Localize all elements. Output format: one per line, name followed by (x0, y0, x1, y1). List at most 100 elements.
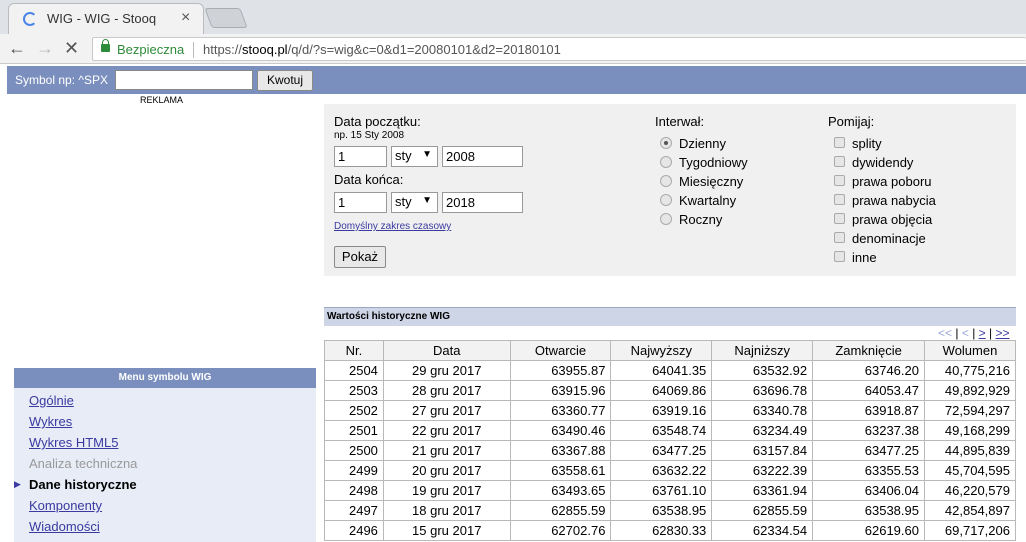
address-bar[interactable]: Bezpieczna https://stooq.pl/q/d/?s=wig&c… (92, 37, 1026, 61)
skip-checkbox-splits[interactable] (834, 137, 845, 148)
skip-checkbox-allotment-rights[interactable] (834, 213, 845, 224)
interval-radio-quarterly[interactable] (660, 194, 672, 206)
symbol-label: Symbol np: ^SPX (15, 73, 109, 87)
table-cell: 27 gru 2017 (382, 400, 511, 421)
url-text[interactable]: https://stooq.pl/q/d/?s=wig&c=0&d1=20080… (203, 42, 561, 57)
menu-item-historical-data[interactable]: Dane historyczne (29, 477, 137, 492)
show-button[interactable]: Pokaż (334, 246, 386, 268)
table-cell: 15 gru 2017 (382, 520, 511, 541)
table-cell: 63493.65 (509, 480, 612, 501)
menu-item-chart-html5[interactable]: Wykres HTML5 (29, 435, 118, 450)
table-cell: 40,775,216 (924, 360, 1016, 381)
table-cell: 63340.78 (711, 400, 814, 421)
table-row: 2498 19 gru 2017 63493.65 63761.10 63361.94 6… (324, 480, 1016, 501)
kwotuj-button[interactable]: Kwotuj (257, 70, 313, 91)
ad-label: REKLAMA (140, 95, 184, 105)
menu-item-news[interactable]: Wiadomości (29, 519, 100, 534)
interval-option-label: Miesięczny (679, 174, 744, 189)
loading-icon (23, 12, 37, 26)
table-cell: 20 gru 2017 (382, 460, 511, 481)
interval-radio-yearly[interactable] (660, 213, 672, 225)
tab-title: WIG - WIG - Stooq (47, 11, 157, 26)
forward-icon[interactable]: → (36, 38, 54, 59)
symbol-input[interactable] (115, 70, 253, 90)
end-month-select[interactable]: sty ▼ (391, 192, 438, 213)
start-month-select[interactable]: sty ▼ (391, 146, 438, 167)
start-year-input[interactable] (442, 146, 523, 167)
table-cell: 63558.61 (509, 460, 612, 481)
table-cell: 2503 (324, 380, 384, 401)
skip-label: Pomijaj: (828, 114, 875, 129)
table-cell: 63355.53 (812, 460, 925, 481)
menu-item-general[interactable]: Ogólnie (29, 393, 74, 408)
new-tab-button[interactable] (204, 8, 248, 28)
skip-checkbox-dividends[interactable] (834, 156, 845, 167)
close-icon[interactable]: × (181, 9, 190, 27)
chevron-down-icon: ▼ (422, 195, 432, 206)
skip-checkbox-other[interactable] (834, 251, 845, 262)
end-year-input[interactable] (442, 192, 523, 213)
column-header[interactable]: Zamknięcie (812, 340, 925, 361)
table-cell: 63955.87 (509, 360, 612, 381)
end-date-label: Data końca: (334, 172, 404, 187)
default-range-link[interactable]: Domyślny zakres czasowy (334, 221, 451, 232)
table-row: 2504 29 gru 2017 63955.87 64041.35 63532.92 6… (324, 360, 1016, 381)
column-header[interactable]: Najniższy (711, 340, 814, 361)
stop-icon[interactable]: ✕ (64, 38, 79, 59)
table-row: 2501 22 gru 2017 63490.46 63548.74 63234.49 6… (324, 420, 1016, 441)
menu-item-components[interactable]: Komponenty (29, 498, 102, 513)
start-day-input[interactable] (334, 146, 387, 167)
browser-tab[interactable]: WIG - WIG - Stooq × (8, 3, 204, 34)
table-cell: 63360.77 (509, 400, 612, 421)
interval-radio-daily[interactable] (660, 137, 672, 149)
table-cell: 2502 (324, 400, 384, 421)
skip-checkbox-subscription-rights[interactable] (834, 175, 845, 186)
skip-option-label: splity (852, 136, 882, 151)
column-header[interactable]: Nr. (324, 340, 384, 361)
filter-panel: Data początku: np. 15 Sty 2008 sty▼ Data… (324, 104, 1016, 276)
menu-title: Menu symbolu WIG (14, 368, 316, 388)
symbol-menu: Menu symbolu WIG Ogólnie Wykres Wykres H… (14, 368, 316, 542)
skip-checkbox-denominations[interactable] (834, 232, 845, 243)
back-icon[interactable]: ← (8, 38, 26, 59)
table-row: 2499 20 gru 2017 63558.61 63632.22 63222.39 6… (324, 460, 1016, 481)
pager-last[interactable]: >> (995, 326, 1009, 340)
history-header: Wartości historyczne WIG (324, 307, 1016, 326)
interval-option-label: Kwartalny (679, 193, 737, 208)
table-cell: 22 gru 2017 (382, 420, 511, 441)
column-header[interactable]: Najwyższy (610, 340, 713, 361)
table-cell: 72,594,297 (924, 400, 1016, 421)
lock-icon (101, 39, 110, 52)
menu-item-chart[interactable]: Wykres (29, 414, 72, 429)
pager-first[interactable]: << (938, 326, 952, 340)
column-header[interactable]: Wolumen (924, 340, 1016, 361)
table-row: 2496 15 gru 2017 62702.76 62830.33 62334.54 6… (324, 520, 1016, 541)
table-cell: 62830.33 (610, 520, 713, 541)
end-day-input[interactable] (334, 192, 387, 213)
pager-prev[interactable]: < (962, 326, 969, 340)
table-cell: 63361.94 (711, 480, 814, 501)
table-cell: 44,895,839 (924, 440, 1016, 461)
skip-option-label: prawa poboru (852, 174, 932, 189)
table-cell: 28 gru 2017 (382, 380, 511, 401)
table-cell: 63222.39 (711, 460, 814, 481)
pager-next[interactable]: > (979, 326, 986, 340)
table-cell: 29 gru 2017 (382, 360, 511, 381)
table-cell: 62855.59 (711, 500, 814, 521)
table-cell: 63915.96 (509, 380, 612, 401)
table-cell: 45,704,595 (924, 460, 1016, 481)
table-cell: 63477.25 (812, 440, 925, 461)
table-cell: 63746.20 (812, 360, 925, 381)
table-cell: 2501 (324, 420, 384, 441)
column-header[interactable]: Data (382, 340, 511, 361)
interval-radio-monthly[interactable] (660, 175, 672, 187)
column-header[interactable]: Otwarcie (509, 340, 612, 361)
skip-checkbox-acquisition-rights[interactable] (834, 194, 845, 205)
skip-option-label: inne (852, 250, 877, 265)
table-cell: 63538.95 (812, 500, 925, 521)
table-row: 2497 18 gru 2017 62855.59 63538.95 62855.59 6… (324, 500, 1016, 521)
table-cell: 63237.38 (812, 420, 925, 441)
browser-tab-bar: WIG - WIG - Stooq × (0, 0, 1026, 34)
table-row: 2500 21 gru 2017 63367.88 63477.25 63157.84 6… (324, 440, 1016, 461)
interval-radio-weekly[interactable] (660, 156, 672, 168)
